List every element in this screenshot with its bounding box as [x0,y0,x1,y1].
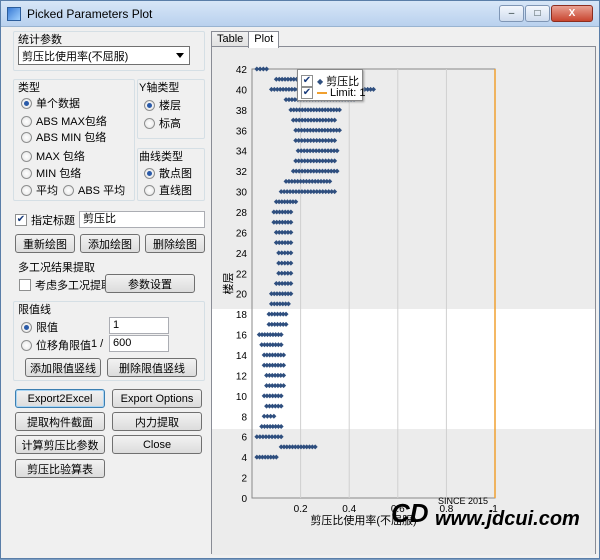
check-table-button[interactable]: 剪压比验算表 [15,459,105,478]
radio-dot [21,321,32,333]
diamond-marker-icon: ◆ [317,76,324,86]
checkbox-label: 考虑多工况提取 [35,280,112,292]
angle-value-input[interactable]: 600 [109,335,169,352]
export-excel-button[interactable]: Export2Excel [15,389,105,408]
checkbox-label: 指定标题 [31,215,75,227]
specify-title-checkbox[interactable]: ✔ 指定标题 [15,212,75,228]
radio-label: MAX 包络 [36,151,85,163]
legend-entry-limit[interactable]: ✔ Limit: 1 [301,87,365,99]
tab-table[interactable]: Table [211,31,250,47]
chevron-down-icon [176,53,184,58]
add-limit-line-button[interactable]: 添加限值竖线 [25,358,101,377]
watermark-url: www.jdcui.com [435,508,580,530]
radio-label: 限值 [36,322,58,334]
multi-case-label: 多工况结果提取 [18,262,95,274]
radio-dot [144,99,155,111]
radio-dot [21,184,32,196]
add-plot-button[interactable]: 添加绘图 [80,234,140,253]
stat-param-label: 统计参数 [18,34,62,46]
radio-dot [21,115,32,127]
minimize-button[interactable]: – [499,5,524,22]
stat-param-select[interactable]: 剪压比使用率(不屈服) [18,46,190,65]
radio-dot [21,131,32,143]
radio-dot [63,184,74,196]
radio-label: 楼层 [159,100,181,112]
radio-label: ABS MIN 包络 [36,132,107,144]
watermark-since: SINCE 2015 [438,496,489,506]
type-radio-max[interactable]: MAX 包络 [21,148,85,164]
picked-parameters-window: Picked Parameters Plot – □ X 统计参数 剪压比使用率… [0,0,600,559]
radio-label: 平均 [36,185,58,197]
radio-dot [21,339,32,351]
type-group-label: 类型 [18,82,40,94]
stat-param-value: 剪压比使用率(不屈服) [22,50,129,63]
radio-label: 标高 [159,118,181,130]
limit-group-label: 限值线 [18,304,51,316]
multi-case-checkbox[interactable]: 考虑多工况提取 [19,277,112,293]
type-radio-avg[interactable]: 平均 [21,182,58,198]
watermark-logo: CD [391,498,429,528]
curve-radio-scatter[interactable]: 散点图 [144,165,192,181]
background-band-top [212,47,595,309]
maximize-button[interactable]: □ [525,5,550,22]
radio-label: ABS MAX包络 [36,116,107,128]
radio-dot [144,184,155,196]
legend-label: Limit: 1 [330,87,366,99]
limit-radio-value[interactable]: 限值 [21,319,58,335]
checkmark-icon: ✔ [15,214,27,226]
type-radio-abs-max[interactable]: ABS MAX包络 [21,113,107,129]
type-radio-min[interactable]: MIN 包络 [21,165,81,181]
tab-plot[interactable]: Plot [248,31,280,48]
title-input[interactable]: 剪压比 [79,211,205,228]
checkbox-box [19,279,31,291]
radio-dot [144,167,155,179]
window-title: Picked Parameters Plot [27,6,153,21]
radio-dot [21,167,32,179]
app-icon [7,6,21,21]
curve-radio-line[interactable]: 直线图 [144,182,192,198]
title-bar[interactable]: Picked Parameters Plot – □ X [1,1,599,27]
redraw-button[interactable]: 重新绘图 [15,234,75,253]
angle-prefix: 1 / [91,338,104,350]
delete-plot-button[interactable]: 删除绘图 [145,234,205,253]
limit-radio-angle[interactable]: 位移角限值 [21,337,91,353]
checkmark-icon: ✔ [301,75,313,87]
radio-dot [21,150,32,162]
plot-panel [211,46,596,555]
radio-label: 单个数据 [36,98,80,110]
checkmark-icon: ✔ [301,87,313,99]
yaxis-group-label: Y轴类型 [139,82,180,94]
background-band-bottom [212,429,595,555]
watermark: CD SINCE 2015 www.jdcui.com [391,496,586,536]
delete-limit-line-button[interactable]: 删除限值竖线 [107,358,197,377]
extract-force-button[interactable]: 内力提取 [112,412,202,431]
export-options-button[interactable]: Export Options [112,389,202,408]
yaxis-radio-floor[interactable]: 楼层 [144,97,181,113]
yaxis-radio-elevation[interactable]: 标高 [144,115,181,131]
chart-legend: ✔ ◆ 剪压比 ✔ Limit: 1 [297,69,365,101]
limit-value-input[interactable]: 1 [109,317,169,334]
curve-group-label: 曲线类型 [139,151,183,163]
calc-shear-button[interactable]: 计算剪压比参数 [15,435,105,454]
close-button[interactable]: Close [112,435,202,454]
tab-bar: Table Plot [211,31,280,48]
radio-label: 散点图 [159,168,192,180]
radio-dot [144,117,155,129]
radio-dot [21,97,32,109]
param-settings-button[interactable]: 参数设置 [105,274,195,293]
close-window-button[interactable]: X [551,5,593,22]
radio-label: 直线图 [159,185,192,197]
extract-section-button[interactable]: 提取构件截面 [15,412,105,431]
radio-label: MIN 包络 [36,168,82,180]
line-marker-icon [317,92,327,94]
type-radio-single[interactable]: 单个数据 [21,95,80,111]
radio-label: 位移角限值 [36,340,91,352]
type-radio-abs-min[interactable]: ABS MIN 包络 [21,129,106,145]
radio-label: ABS 平均 [78,185,126,197]
type-radio-abs-avg[interactable]: ABS 平均 [63,182,125,198]
